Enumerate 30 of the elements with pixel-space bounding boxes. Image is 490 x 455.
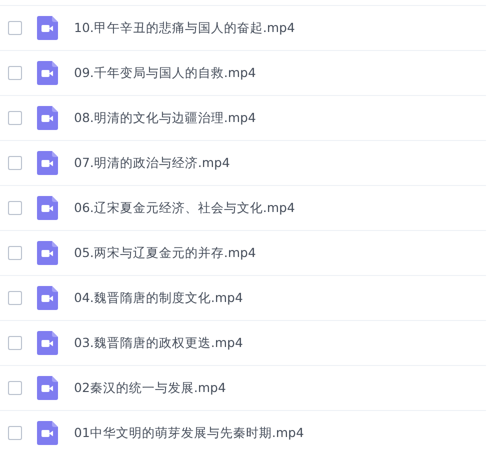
checkbox[interactable]	[8, 291, 22, 305]
file-name[interactable]: 05.两宋与辽夏金元的并存.mp4	[74, 244, 256, 262]
file-name[interactable]: 03.魏晋隋唐的政权更迭.mp4	[74, 334, 243, 352]
video-file-icon	[37, 61, 58, 85]
checkbox[interactable]	[8, 201, 22, 215]
file-name[interactable]: 02秦汉的统一与发展.mp4	[74, 380, 226, 396]
video-file-icon	[37, 286, 58, 310]
file-name[interactable]: 01中华文明的萌芽发展与先秦时期.mp4	[74, 424, 304, 442]
checkbox[interactable]	[8, 21, 22, 35]
checkbox[interactable]	[8, 381, 22, 395]
video-file-icon	[37, 331, 58, 355]
file-name[interactable]: 07.明清的政治与经济.mp4	[74, 154, 230, 172]
checkbox[interactable]	[8, 111, 22, 125]
file-name[interactable]: 08.明清的文化与边疆治理.mp4	[74, 110, 256, 126]
checkbox[interactable]	[8, 156, 22, 170]
checkbox[interactable]	[8, 246, 22, 260]
video-file-icon	[37, 106, 58, 130]
checkbox[interactable]	[8, 426, 22, 440]
file-name[interactable]: 09.千年变局与国人的自救.mp4	[74, 64, 256, 82]
file-name[interactable]: 10.甲午辛丑的悲痛与国人的奋起.mp4	[74, 20, 295, 36]
file-name[interactable]: 04.魏晋隋唐的制度文化.mp4	[74, 290, 243, 306]
checkbox[interactable]	[8, 336, 22, 350]
video-file-icon	[37, 376, 58, 400]
video-file-icon	[37, 16, 58, 40]
video-file-icon	[37, 241, 58, 265]
checkbox[interactable]	[8, 66, 22, 80]
video-file-icon	[37, 151, 58, 175]
file-name[interactable]: 06.辽宋夏金元经济、社会与文化.mp4	[74, 200, 295, 216]
video-file-icon	[37, 421, 58, 445]
video-file-icon	[37, 196, 58, 220]
